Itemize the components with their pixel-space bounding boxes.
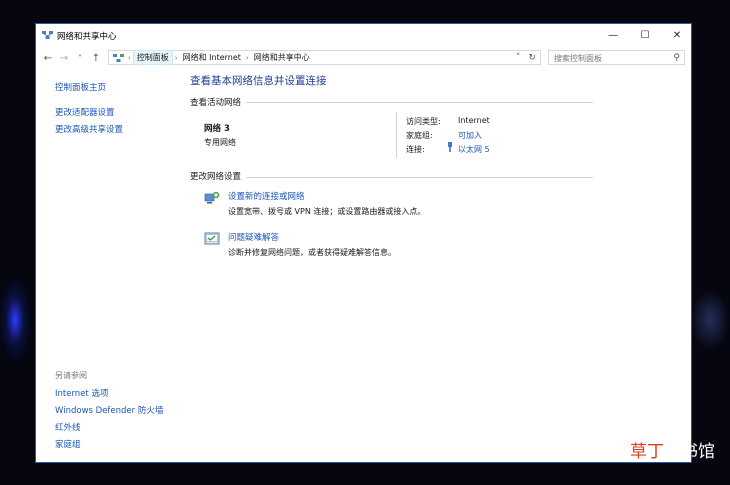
see-also-windows-defender-firewall[interactable]: Windows Defender 防火墙 <box>55 404 163 416</box>
back-button[interactable]: ← <box>41 51 55 65</box>
breadcrumb-network-sharing-center[interactable]: 网络和共享中心 <box>251 52 313 63</box>
close-icon: ✕ <box>672 29 682 41</box>
background-glow-left <box>0 280 30 360</box>
forward-arrow-icon: → <box>59 52 69 64</box>
troubleshoot-problems-description: 诊断并修复网络问题，或者获得疑难解答信息。 <box>228 248 396 257</box>
troubleshoot-problems-link[interactable]: 问题疑难解答 <box>228 231 279 243</box>
setup-new-connection-link[interactable]: 设置新的连接或网络 <box>228 190 305 202</box>
access-type-value: Internet <box>458 116 490 125</box>
watermark-red-text: 草丁 <box>630 442 664 462</box>
address-dropdown-icon[interactable]: ˅ <box>512 53 525 63</box>
minimize-icon: — <box>608 29 618 41</box>
section-divider <box>246 102 593 103</box>
forward-button[interactable]: → <box>57 51 71 65</box>
new-connection-icon <box>204 191 220 204</box>
network-name: 网络 3 <box>204 124 230 134</box>
ethernet-connection-link[interactable]: 以太网 5 <box>458 144 490 155</box>
page-title: 查看基本网络信息并设置连接 <box>190 75 327 87</box>
setup-new-connection-description: 设置宽带、拨号或 VPN 连接；或设置路由器或接入点。 <box>228 207 426 216</box>
network-category[interactable]: 专用网络 <box>204 137 236 148</box>
breadcrumb-separator[interactable]: › <box>173 54 180 62</box>
maximize-icon: ☐ <box>640 29 650 41</box>
see-also-heading: 另请参阅 <box>55 371 87 380</box>
section-divider <box>246 177 593 178</box>
breadcrumb-network-internet[interactable]: 网络和 Internet <box>180 52 244 63</box>
chevron-down-icon: ˅ <box>78 53 82 63</box>
background-glow-right <box>690 290 730 350</box>
maximize-button[interactable]: ☐ <box>629 24 661 46</box>
minimize-button[interactable]: — <box>597 24 629 46</box>
network-center-app-icon <box>42 31 53 39</box>
ethernet-icon <box>448 142 452 152</box>
sidebar-item-advanced-sharing-settings[interactable]: 更改高级共享设置 <box>55 123 123 135</box>
control-panel-icon <box>113 53 124 62</box>
homegroup-label: 家庭组: <box>406 131 433 140</box>
sidebar-item-control-panel-home[interactable]: 控制面板主页 <box>55 81 106 93</box>
homegroup-link[interactable]: 可加入 <box>458 130 482 141</box>
title-bar[interactable]: 网络和共享中心 — ☐ ✕ <box>36 24 691 46</box>
up-arrow-icon: ↑ <box>91 52 101 64</box>
watermark: 草丁图书馆 <box>630 437 715 462</box>
connections-label: 连接: <box>406 145 425 154</box>
search-placeholder: 搜索控制面板 <box>554 54 602 63</box>
breadcrumb-separator[interactable]: › <box>244 54 251 62</box>
watermark-white-text: 图书馆 <box>664 442 715 462</box>
close-button[interactable]: ✕ <box>661 24 691 46</box>
address-bar[interactable]: › 控制面板 › 网络和 Internet › 网络和共享中心 ˅ ↻ <box>108 50 541 65</box>
see-also-internet-options[interactable]: Internet 选项 <box>55 387 108 399</box>
troubleshoot-icon <box>204 232 220 245</box>
search-input[interactable]: 搜索控制面板 ⚲ <box>548 50 685 65</box>
see-also-homegroup[interactable]: 家庭组 <box>55 438 81 450</box>
refresh-icon[interactable]: ↻ <box>524 53 540 63</box>
change-settings-heading: 更改网络设置 <box>190 172 242 182</box>
up-button[interactable]: ↑ <box>89 51 103 65</box>
vertical-divider <box>396 112 397 158</box>
breadcrumb-separator: › <box>128 53 131 62</box>
window-title: 网络和共享中心 <box>57 32 117 42</box>
breadcrumb-control-panel[interactable]: 控制面板 <box>132 50 173 65</box>
control-panel-window: 网络和共享中心 — ☐ ✕ ← → ˅ ↑ › 控制面板 › 网络和 Inter… <box>35 23 692 463</box>
sidebar-item-change-adapter-settings[interactable]: 更改适配器设置 <box>55 106 115 118</box>
search-icon[interactable]: ⚲ <box>673 53 680 63</box>
recent-locations-button[interactable]: ˅ <box>73 51 87 65</box>
navigation-bar: ← → ˅ ↑ › 控制面板 › 网络和 Internet › 网络和共享中心 … <box>36 48 691 68</box>
access-type-label: 访问类型: <box>406 117 441 126</box>
active-networks-heading: 查看活动网络 <box>190 98 242 108</box>
see-also-infrared[interactable]: 红外线 <box>55 421 81 433</box>
back-arrow-icon: ← <box>43 52 53 64</box>
